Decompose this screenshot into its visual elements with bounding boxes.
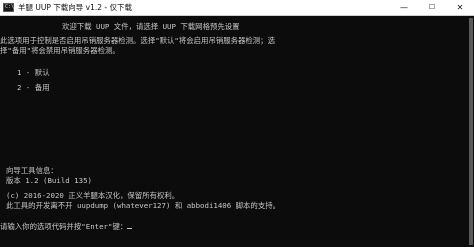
console-output[interactable]: 欢迎下载 UUP 文件，请选择 UUP 下载网格预先设置 此选项用于控制是否启用… bbox=[0, 16, 468, 247]
option-default: 1 - 默认 bbox=[17, 68, 50, 77]
window-title: 羊腿 UUP 下载向导 v1.2 - 仅下载 bbox=[18, 3, 132, 12]
info-title: 向导工具信息： bbox=[6, 166, 58, 175]
text-cursor bbox=[127, 228, 133, 229]
console-window: C:\ 羊腿 UUP 下载向导 v1.2 - 仅下载 — ☐ ✕ 欢迎下载 UU… bbox=[0, 0, 474, 247]
developers-text: 此工具的开发离不开 uupdump (whatever127) 和 abbodi… bbox=[6, 201, 280, 210]
maximize-button[interactable]: ☐ bbox=[418, 0, 446, 15]
option-alternate: 2 - 备用 bbox=[17, 83, 50, 92]
input-prompt[interactable]: 请输入你的选项代码并按"Enter"键： bbox=[0, 222, 133, 232]
minimize-button[interactable]: — bbox=[390, 0, 418, 15]
notice-line-1: 此选项用于控制是否启用吊销服务器检测。选择"默认"将会启用吊销服务器检测；选 bbox=[0, 36, 275, 45]
vertical-scrollbar[interactable] bbox=[468, 16, 474, 247]
prompt-label: 请输入你的选项代码并按"Enter"键： bbox=[0, 222, 128, 231]
notice-line-2: 择"备用"将会禁用吊销服务器检测。 bbox=[0, 46, 120, 55]
title-bar[interactable]: C:\ 羊腿 UUP 下载向导 v1.2 - 仅下载 — ☐ ✕ bbox=[0, 0, 474, 16]
console-app-icon[interactable]: C:\ bbox=[3, 3, 14, 12]
close-button[interactable]: ✕ bbox=[446, 0, 474, 15]
copyright-text: (c) 2016-2020 正义羊腿本汉化，保留所有权利。 bbox=[6, 191, 180, 200]
version-text: 版本 1.2 (Build 135) bbox=[6, 176, 92, 185]
scrollbar-thumb[interactable] bbox=[469, 18, 473, 245]
header-text: 欢迎下载 UUP 文件，请选择 UUP 下载网格预先设置 bbox=[62, 22, 240, 31]
